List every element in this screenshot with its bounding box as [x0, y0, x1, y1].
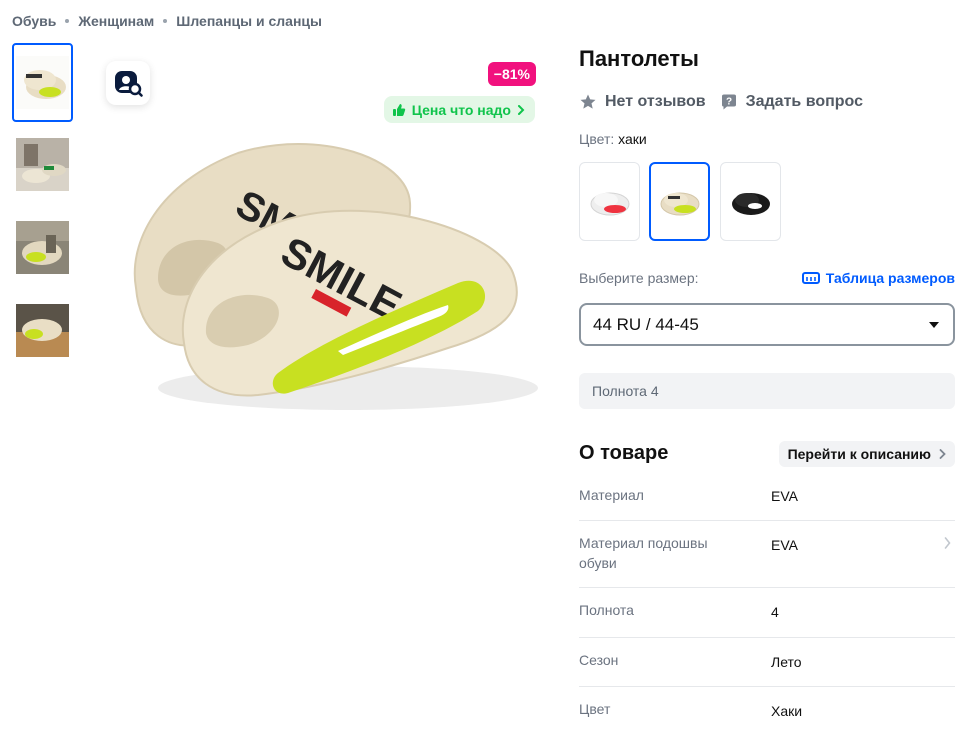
dropdown-caret-icon — [929, 321, 939, 328]
spec-key: Цвет — [579, 701, 611, 717]
spec-key: Сезон — [579, 652, 619, 668]
chevron-right-icon — [939, 449, 946, 459]
breadcrumb: Обувь Женщинам Шлепанцы и сланцы — [12, 12, 322, 30]
thumbnail-4-image — [16, 304, 69, 357]
color-label-prefix: Цвет: — [579, 131, 615, 147]
fullness-info: Полнота 4 — [579, 373, 955, 409]
spec-value: EVA — [771, 488, 798, 504]
spec-row[interactable]: Материал подошвы обуви EVA — [579, 521, 955, 588]
spec-key: Полнота — [579, 602, 634, 618]
spec-row: Цвет Хаки — [579, 687, 955, 733]
size-table-label: Таблица размеров — [825, 270, 955, 286]
chevron-right-icon — [944, 537, 951, 549]
ruler-icon — [801, 272, 820, 284]
ask-question-label: Задать вопрос — [745, 93, 863, 110]
size-table-link[interactable]: Таблица размеров — [801, 270, 955, 286]
reviews-label: Нет отзывов — [605, 93, 706, 110]
color-swatch-white[interactable] — [579, 162, 640, 241]
good-price-label: Цена что надо — [411, 101, 511, 118]
color-label: Цвет: хаки — [579, 131, 647, 147]
thumbs-up-icon — [392, 103, 405, 116]
star-icon — [580, 94, 596, 109]
spec-row: Материал EVA — [579, 476, 955, 521]
goto-description-button[interactable]: Перейти к описанию — [778, 441, 955, 467]
swatch-black-image — [731, 192, 770, 215]
thumbnail-2[interactable] — [12, 125, 73, 204]
product-title: Пантолеты — [579, 46, 699, 71]
product-meta: Нет отзывов ? Задать вопрос — [579, 91, 863, 113]
thumbnail-3[interactable] — [12, 208, 73, 287]
spec-value: EVA — [771, 537, 798, 553]
breadcrumb-separator — [163, 19, 168, 23]
breadcrumb-slippers[interactable]: Шлепанцы и сланцы — [176, 13, 322, 29]
spec-value: Хаки — [771, 703, 803, 719]
swatch-khaki-image — [660, 192, 699, 215]
image-search-button[interactable] — [106, 61, 150, 105]
color-label-value: хаки — [618, 131, 647, 147]
breadcrumb-separator — [65, 19, 70, 23]
breadcrumb-women[interactable]: Женщинам — [78, 13, 154, 29]
breadcrumb-shoes[interactable]: Обувь — [12, 13, 56, 29]
goto-description-label: Перейти к описанию — [787, 446, 931, 462]
thumbnail-3-image — [16, 221, 69, 274]
discount-badge: −81% — [487, 62, 536, 86]
swatch-white-image — [590, 192, 629, 215]
size-select-value: 44 RU / 44-45 — [593, 314, 699, 334]
svg-text:?: ? — [726, 97, 732, 108]
size-label: Выберите размер: — [579, 270, 699, 286]
reviews-link[interactable]: Нет отзывов — [579, 93, 706, 111]
spec-key: Материал — [579, 487, 644, 503]
size-select[interactable]: 44 RU / 44-45 — [579, 303, 955, 346]
spec-value: Лето — [771, 654, 802, 670]
spec-row: Сезон Лето — [579, 638, 955, 687]
spec-value: 4 — [771, 604, 779, 620]
product-main-image[interactable]: SMILE SMILE −81% Цена что надо — [88, 43, 550, 443]
thumbnail-1-image — [16, 56, 69, 109]
good-price-badge[interactable]: Цена что надо — [383, 96, 535, 123]
chevron-right-icon — [518, 104, 525, 115]
thumbnail-1[interactable] — [12, 43, 73, 122]
color-swatch-khaki[interactable] — [649, 162, 710, 241]
thumbnail-4[interactable] — [12, 291, 73, 370]
image-search-icon — [115, 71, 143, 97]
spec-row: Полнота 4 — [579, 588, 955, 638]
thumbnail-2-image — [16, 138, 69, 191]
spec-key: Материал подошвы обуви — [579, 535, 708, 571]
about-product-title: О товаре — [579, 442, 669, 464]
question-chat-icon: ? — [721, 94, 736, 110]
ask-question-link[interactable]: ? Задать вопрос — [720, 93, 863, 111]
color-swatch-black[interactable] — [720, 162, 781, 241]
